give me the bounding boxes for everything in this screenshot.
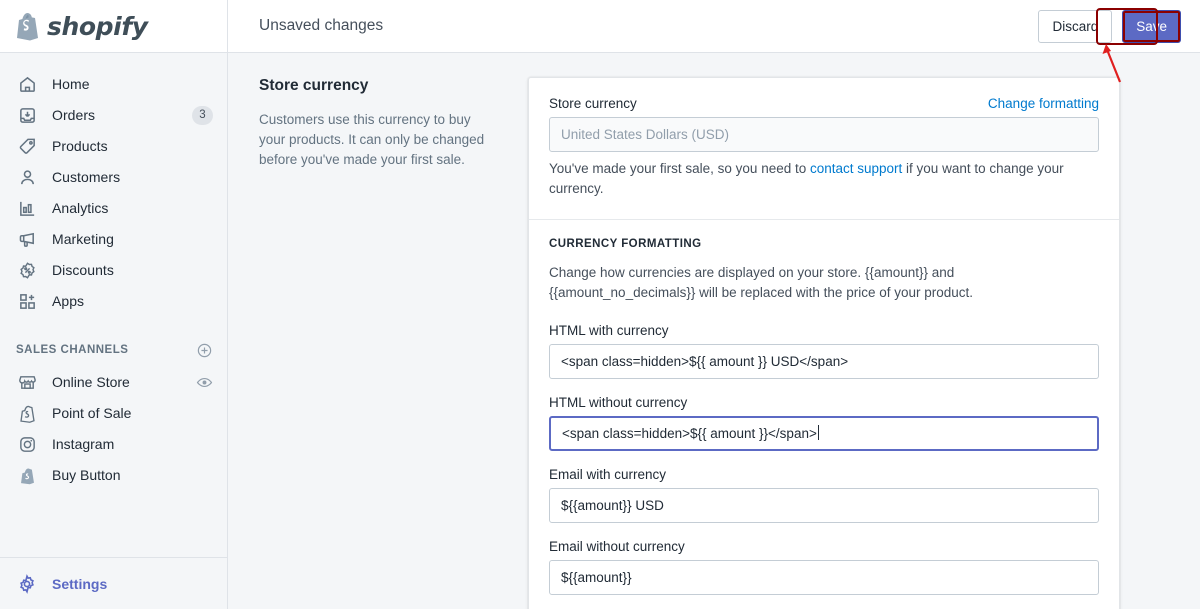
sidebar-item-label: Analytics <box>52 200 109 216</box>
sidebar-item-point-of-sale[interactable]: Point of Sale <box>8 398 219 428</box>
storefront-icon <box>16 371 38 393</box>
sidebar-item-orders[interactable]: Orders 3 <box>8 100 219 130</box>
sidebar-item-label: Products <box>52 138 108 154</box>
sidebar-item-label: Customers <box>52 169 121 185</box>
settings-card-column: Store currency Change formatting United … <box>528 77 1200 609</box>
sidebar-item-label: Instagram <box>52 436 115 452</box>
person-icon <box>16 166 38 188</box>
gear-icon <box>16 573 38 595</box>
sidebar-item-products[interactable]: Products <box>8 131 219 161</box>
sidebar: shopify Home Orders 3 Products Customers… <box>0 0 228 609</box>
sidebar-item-label: Marketing <box>52 231 114 247</box>
apps-grid-plus-icon <box>16 290 38 312</box>
store-currency-input[interactable]: United States Dollars (USD) <box>549 117 1099 152</box>
sidebar-item-home[interactable]: Home <box>8 69 219 99</box>
input-value: <span class=hidden>${{ amount }}</span> <box>562 426 817 441</box>
settings-content: Store currency Customers use this curren… <box>228 53 1200 609</box>
context-bar: Unsaved changes Discard Save <box>228 0 1200 53</box>
shopify-bag-icon <box>16 464 38 486</box>
sidebar-item-apps[interactable]: Apps <box>8 286 219 316</box>
primary-navigation: Home Orders 3 Products Customers Analyti… <box>0 53 227 317</box>
html-with-currency-input[interactable]: <span class=hidden>${{ amount }} USD</sp… <box>549 344 1099 379</box>
sidebar-item-label: Discounts <box>52 262 114 278</box>
sales-channels-list: Online Store Point of Sale Instagram Buy… <box>0 367 227 491</box>
sidebar-item-customers[interactable]: Customers <box>8 162 219 192</box>
sales-channels-header: SALES CHANNELS <box>16 339 213 361</box>
email-with-currency-label: Email with currency <box>549 467 667 482</box>
sidebar-item-settings[interactable]: Settings <box>0 557 227 609</box>
sidebar-item-label: Apps <box>52 293 85 309</box>
section-description: Customers use this currency to buy your … <box>259 112 485 167</box>
sidebar-item-label: Online Store <box>52 374 130 390</box>
sidebar-item-label: Point of Sale <box>52 405 132 421</box>
tag-icon <box>16 135 38 157</box>
help-text-before: You've made your first sale, so you need… <box>549 161 810 176</box>
discard-button[interactable]: Discard <box>1038 9 1113 43</box>
html-without-currency-input[interactable]: <span class=hidden>${{ amount }}</span> <box>549 416 1099 451</box>
html-with-currency-field: HTML with currency <span class=hidden>${… <box>549 323 1099 379</box>
email-with-currency-input[interactable]: ${{amount}} USD <box>549 488 1099 523</box>
megaphone-icon <box>16 228 38 250</box>
page-title: Unsaved changes <box>259 17 384 34</box>
email-without-currency-label: Email without currency <box>549 539 685 554</box>
bar-chart-icon <box>16 197 38 219</box>
contact-support-link[interactable]: contact support <box>810 161 902 176</box>
shopify-bag-icon <box>14 11 40 41</box>
shopify-bag-icon <box>16 402 38 424</box>
orders-badge: 3 <box>192 105 213 125</box>
brand-logo[interactable]: shopify <box>0 0 227 53</box>
sales-channels-heading: SALES CHANNELS <box>16 344 129 356</box>
section-heading: Store currency <box>259 77 369 94</box>
html-with-currency-label: HTML with currency <box>549 323 669 338</box>
sidebar-item-online-store[interactable]: Online Store <box>8 367 219 397</box>
circle-plus-icon[interactable] <box>196 342 213 359</box>
brand-name: shopify <box>47 11 148 41</box>
orders-inbox-icon <box>16 104 38 126</box>
html-without-currency-field: HTML without currency <span class=hidden… <box>549 395 1099 451</box>
instagram-icon <box>16 433 38 455</box>
context-bar-actions: Discard Save <box>1038 9 1181 43</box>
email-without-currency-input[interactable]: ${{amount}} <box>549 560 1099 595</box>
text-caret <box>817 425 819 440</box>
sidebar-item-instagram[interactable]: Instagram <box>8 429 219 459</box>
sidebar-item-label: Buy Button <box>52 467 121 483</box>
currency-formatting-title: CURRENCY FORMATTING <box>549 238 702 250</box>
html-without-currency-label: HTML without currency <box>549 395 688 410</box>
sidebar-item-discounts[interactable]: Discounts <box>8 255 219 285</box>
store-currency-help: You've made your first sale, so you need… <box>549 159 1099 199</box>
sidebar-item-label: Orders <box>52 107 96 123</box>
store-currency-label-row: Store currency Change formatting <box>549 96 1099 117</box>
email-with-currency-field: Email with currency ${{amount}} USD <box>549 467 1099 523</box>
sidebar-item-label: Home <box>52 76 90 92</box>
save-button[interactable]: Save <box>1122 9 1181 43</box>
email-without-currency-field: Email without currency ${{amount}} <box>549 539 1099 595</box>
sidebar-item-marketing[interactable]: Marketing <box>8 224 219 254</box>
currency-formatting-description: Change how currencies are displayed on y… <box>549 265 974 300</box>
home-icon <box>16 73 38 95</box>
sidebar-item-buy-button[interactable]: Buy Button <box>8 460 219 490</box>
sidebar-item-label: Settings <box>52 575 108 592</box>
settings-section-info: Store currency Customers use this curren… <box>228 77 528 609</box>
discount-percent-icon <box>16 259 38 281</box>
app-root: shopify Home Orders 3 Products Customers… <box>0 0 1200 609</box>
eye-icon[interactable] <box>196 374 213 391</box>
store-currency-section: Store currency Change formatting United … <box>529 78 1119 219</box>
store-currency-label: Store currency <box>549 96 637 111</box>
main-area: Unsaved changes Discard Save Store curre… <box>228 0 1200 609</box>
sidebar-item-analytics[interactable]: Analytics <box>8 193 219 223</box>
currency-formatting-section: CURRENCY FORMATTING Change how currencie… <box>529 220 1119 609</box>
change-formatting-link[interactable]: Change formatting <box>988 96 1099 111</box>
store-currency-card: Store currency Change formatting United … <box>528 77 1120 609</box>
